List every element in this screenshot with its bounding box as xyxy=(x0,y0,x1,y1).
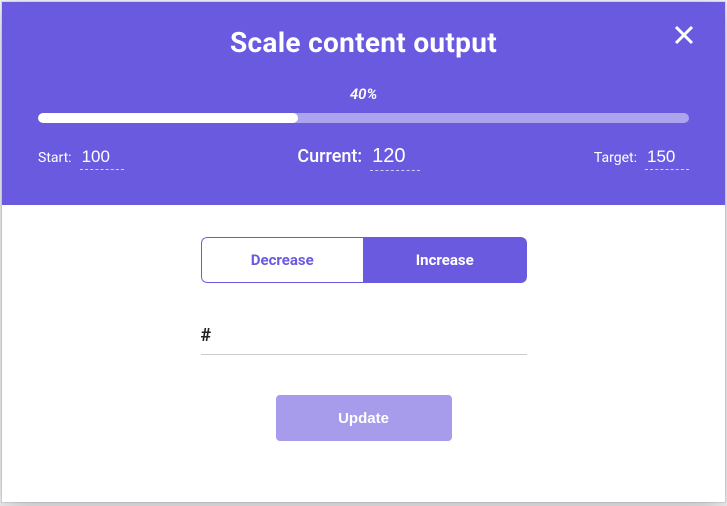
hash-icon: # xyxy=(201,325,212,346)
target-input[interactable] xyxy=(645,147,689,170)
amount-field[interactable]: # xyxy=(201,325,527,355)
current-label: Current: xyxy=(297,146,362,167)
start-input[interactable] xyxy=(80,147,124,170)
modal-body: Decrease Increase # Update xyxy=(2,205,725,441)
close-button[interactable] xyxy=(671,24,697,50)
progress-bar xyxy=(38,113,689,123)
close-icon xyxy=(674,25,694,49)
start-group: Start: xyxy=(38,147,124,170)
target-group: Target: xyxy=(594,147,689,170)
increase-button[interactable]: Increase xyxy=(363,237,527,283)
current-group: Current: xyxy=(297,145,420,171)
scale-content-modal: Scale content output 40% Start: Current:… xyxy=(2,2,725,502)
modal-header: Scale content output 40% Start: Current:… xyxy=(2,2,725,205)
current-input[interactable] xyxy=(370,145,420,171)
progress-percent: 40% xyxy=(38,85,689,103)
start-label: Start: xyxy=(38,150,72,166)
target-label: Target: xyxy=(594,150,637,166)
modal-title: Scale content output xyxy=(38,26,689,59)
amount-input[interactable] xyxy=(219,327,526,345)
progress-bar-fill xyxy=(38,113,298,123)
update-button[interactable]: Update xyxy=(276,395,452,441)
direction-toggle: Decrease Increase xyxy=(201,237,527,283)
value-row: Start: Current: Target: xyxy=(38,145,689,171)
decrease-button[interactable]: Decrease xyxy=(201,237,364,283)
